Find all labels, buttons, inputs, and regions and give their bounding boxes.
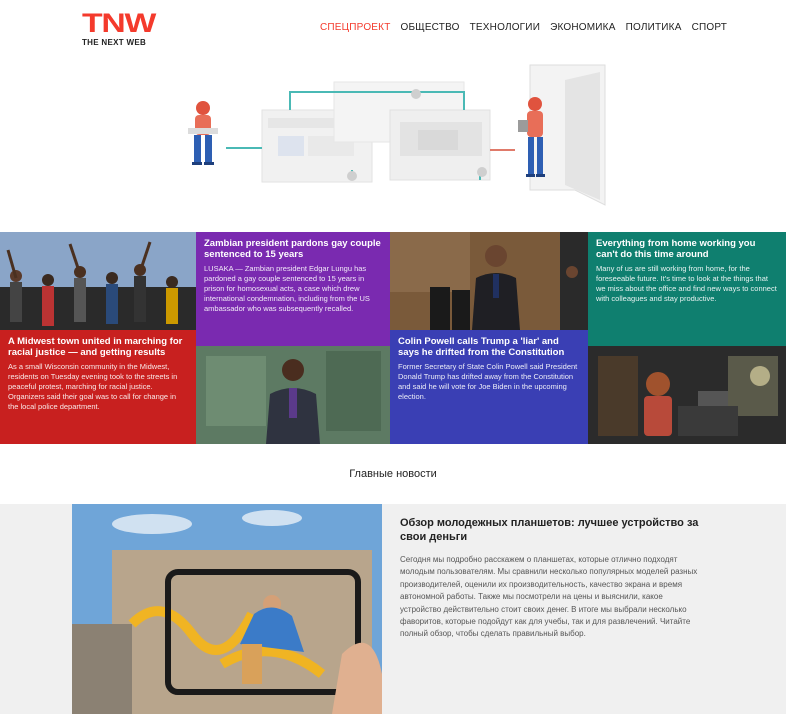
featured-title[interactable]: Обзор молодежных планшетов: лучшее устро… [400, 516, 700, 544]
logo-subtitle: THE NEXT WEB [82, 38, 147, 47]
news-tile-red[interactable]: A Midwest town united in marching for ra… [0, 330, 196, 444]
nav-item-society[interactable]: Общество [401, 22, 460, 33]
home-working-photo[interactable] [588, 346, 786, 444]
main-nav: Спецпроект Общество Технологии Экономика… [320, 22, 727, 33]
nav-item-sport[interactable]: Спорт [692, 22, 728, 33]
tile-body: Former Secretary of State Colin Powell s… [398, 362, 578, 401]
featured-article: Обзор молодежных планшетов: лучшее устро… [400, 516, 700, 641]
news-tile-blue[interactable]: Colin Powell calls Trump a 'liar' and sa… [390, 330, 588, 444]
suit-photo[interactable] [196, 346, 390, 444]
hero-illustration [0, 60, 786, 230]
site-header: TNW THE NEXT WEB Спецпроект Общество Тех… [0, 0, 786, 60]
tile-title: Zambian president pardons gay couple sen… [204, 238, 381, 260]
nav-item-special[interactable]: Спецпроект [320, 22, 391, 33]
featured-body: Сегодня мы подробно расскажем о планшета… [400, 555, 698, 639]
home-working-image [588, 346, 786, 444]
site-logo[interactable]: TNW THE NEXT WEB [82, 10, 172, 52]
news-tile-teal[interactable]: Everything from home working you can't d… [588, 232, 786, 346]
protest-photo[interactable] [0, 232, 196, 330]
suit-image [196, 346, 390, 444]
tile-body: LUSAKA — Zambian president Edgar Lungu h… [204, 264, 370, 313]
protest-image [0, 232, 196, 330]
nav-item-technology[interactable]: Технологии [470, 22, 540, 33]
featured-image[interactable] [72, 504, 382, 714]
powell-photo[interactable] [390, 232, 588, 330]
tile-body: As a small Wisconsin community in the Mi… [8, 362, 178, 411]
page: TNW THE NEXT WEB Спецпроект Общество Тех… [0, 0, 786, 714]
nav-item-politics[interactable]: Политика [626, 22, 682, 33]
news-tile-purple[interactable]: Zambian president pardons gay couple sen… [196, 232, 390, 346]
nav-item-economy[interactable]: Экономика [550, 22, 616, 33]
section-title-main-news: Главные новости [349, 468, 437, 480]
news-grid: A Midwest town united in marching for ra… [0, 232, 786, 444]
hero-illustration-svg [188, 64, 606, 206]
logo-mark: TNW [82, 8, 156, 38]
tile-title: A Midwest town united in marching for ra… [8, 336, 183, 358]
powell-image [390, 232, 588, 330]
tile-body: Many of us are still working from home, … [596, 264, 777, 303]
featured-photo [72, 504, 382, 714]
tile-title: Everything from home working you can't d… [596, 238, 756, 260]
tile-title: Colin Powell calls Trump a 'liar' and sa… [398, 336, 565, 358]
